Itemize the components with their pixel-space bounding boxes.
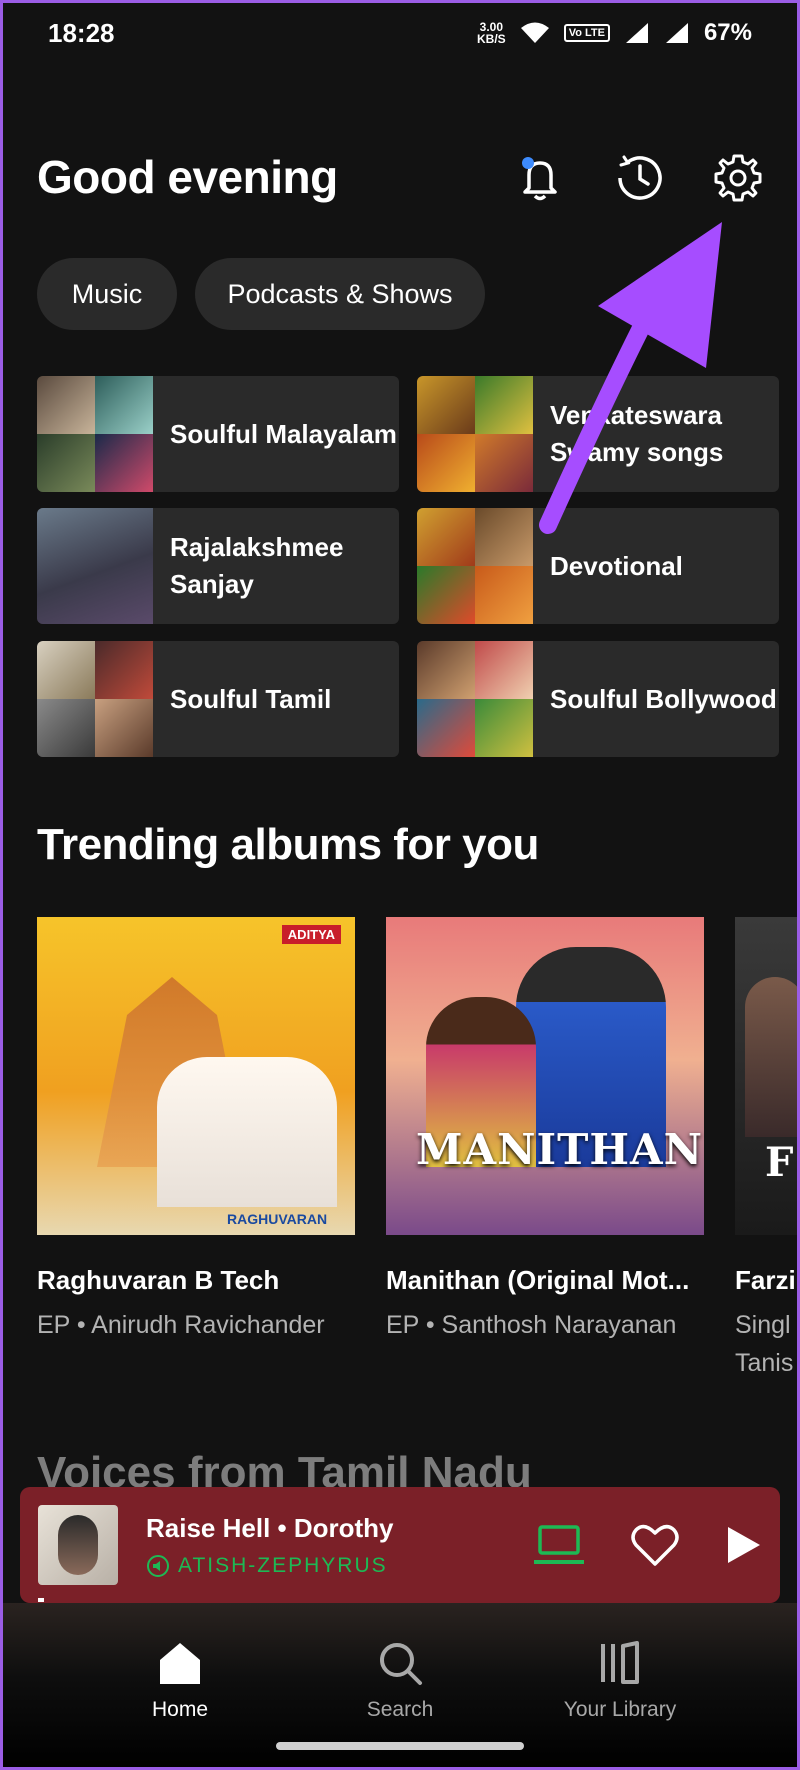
playlist-cover — [417, 376, 533, 492]
album-subtitle: EP • Anirudh Ravichander — [37, 1311, 325, 1339]
album-card[interactable]: F Farzi Singl Tanis — [735, 917, 800, 1382]
playlist-cover — [37, 641, 153, 757]
filter-chip-music[interactable]: Music — [37, 258, 177, 330]
connected-device: ATISH-ZEPHYRUS — [146, 1554, 394, 1578]
shortcut-tile[interactable]: Rajalakshmee Sanjay — [37, 508, 399, 624]
shortcut-tile[interactable]: Soulful Bollywood — [417, 641, 779, 757]
album-title: Raghuvaran B Tech — [37, 1265, 280, 1295]
signal-icon — [625, 23, 648, 43]
now-playing-bar[interactable]: Raise Hell • Dorothy ATISH-ZEPHYRUS — [20, 1487, 780, 1603]
network-speed: 3.00 KB/S — [477, 20, 506, 46]
shortcut-label: Soulful Bollywood — [550, 683, 777, 714]
bell-icon — [522, 157, 557, 201]
nav-label: Home — [151, 1698, 209, 1721]
playback-progress — [38, 1598, 44, 1602]
recently-played-button[interactable] — [612, 150, 668, 206]
shortcut-label: Soulful Malayalam — [170, 418, 397, 449]
speaker-icon — [147, 1554, 169, 1577]
status-time: 18:28 — [48, 17, 115, 48]
shortcut-tile[interactable]: Soulful Malayalam — [37, 376, 399, 492]
signal-icon-2 — [665, 23, 688, 43]
heart-icon[interactable] — [630, 1522, 680, 1568]
play-icon[interactable] — [724, 1525, 762, 1565]
notifications-button[interactable] — [512, 150, 568, 206]
settings-button[interactable] — [710, 150, 766, 206]
battery-level: 67% — [703, 19, 752, 46]
shortcut-label: Soulful Tamil — [170, 683, 332, 714]
album-title: Farzi — [735, 1265, 796, 1295]
shortcut-label: Rajalakshmee Sanjay — [170, 532, 344, 599]
cover-tag: ADITYA — [281, 925, 341, 944]
nav-search[interactable]: Search — [300, 1640, 500, 1722]
volte-badge: Vo LTE — [563, 24, 610, 42]
album-cover: ADITYA RAGHUVARAN — [37, 917, 355, 1235]
album-subtitle: Singl Tanis — [735, 1311, 794, 1377]
now-playing-artwork — [38, 1505, 118, 1585]
nav-home[interactable]: Home — [80, 1640, 280, 1722]
section-title-trending: Trending albums for you — [37, 820, 539, 869]
playlist-cover — [417, 641, 533, 757]
album-card[interactable]: ADITYA RAGHUVARAN Raghuvaran B Tech EP •… — [37, 917, 355, 1344]
nav-library[interactable]: Your Library — [520, 1640, 720, 1722]
filter-chip-podcasts[interactable]: Podcasts & Shows — [195, 258, 485, 330]
playlist-cover — [37, 376, 153, 492]
shortcut-tile[interactable]: Soulful Tamil — [37, 641, 399, 757]
laptop-icon[interactable] — [532, 1523, 586, 1567]
nav-label: Search — [366, 1698, 434, 1721]
status-bar: 18:28 3.00 KB/S Vo LTE 67% — [0, 0, 800, 66]
cover-caption: MANITHAN — [416, 1125, 704, 1174]
nav-label: Your Library — [563, 1698, 677, 1721]
library-icon — [601, 1641, 639, 1684]
album-card[interactable]: MANITHAN Manithan (Original Mot... EP • … — [386, 917, 704, 1344]
wifi-icon — [520, 22, 549, 43]
device-name: ATISH-ZEPHYRUS — [178, 1553, 388, 1577]
album-cover: F — [735, 917, 800, 1235]
page-title: Good evening — [37, 151, 338, 203]
playlist-cover — [417, 508, 533, 624]
cover-caption: F — [765, 1139, 794, 1186]
history-icon — [618, 155, 662, 200]
shortcut-tile[interactable]: Venkateswara Swamy songs — [417, 376, 779, 492]
album-subtitle: EP • Santhosh Narayanan — [386, 1311, 677, 1339]
gear-icon — [714, 154, 762, 202]
playlist-cover — [37, 508, 153, 624]
search-icon — [380, 1643, 422, 1685]
cover-caption: RAGHUVARAN — [227, 1211, 328, 1227]
shortcut-label: Venkateswara Swamy songs — [550, 400, 724, 467]
home-icon — [160, 1643, 200, 1684]
album-title: Manithan (Original Mot... — [386, 1265, 690, 1295]
gesture-handle — [276, 1742, 524, 1750]
shortcut-tile[interactable]: Devotional — [417, 508, 779, 624]
now-playing-track: Raise Hell • Dorothy — [146, 1512, 394, 1543]
album-cover: MANITHAN — [386, 917, 704, 1235]
shortcut-label: Devotional — [550, 550, 683, 581]
